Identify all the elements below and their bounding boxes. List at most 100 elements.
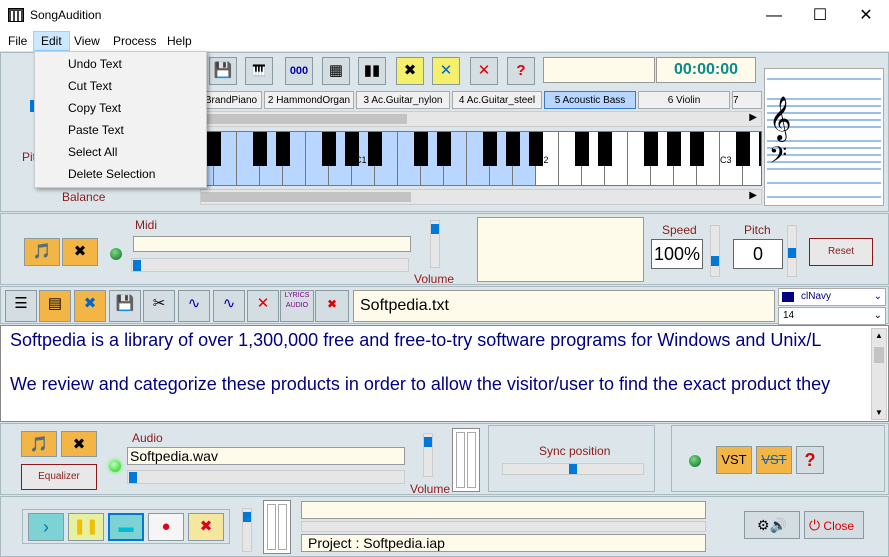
minimize-button[interactable]: — bbox=[751, 0, 797, 31]
pause-icon[interactable]: ❚❚ bbox=[68, 513, 104, 541]
midi-volume-slider[interactable] bbox=[430, 220, 440, 268]
lyrics-audio-icon[interactable]: LYRICS AUDIO bbox=[280, 290, 314, 322]
black-key[interactable] bbox=[207, 132, 221, 166]
menu-select-all[interactable]: Select All bbox=[35, 141, 206, 163]
keyboard-text-icon[interactable]: ▤ bbox=[39, 290, 71, 322]
play-icon[interactable]: › bbox=[28, 513, 64, 541]
close-midi-icon[interactable]: ✖ bbox=[62, 238, 98, 266]
delete-icon[interactable]: ✕ bbox=[470, 57, 498, 85]
help-icon[interactable]: ? bbox=[507, 57, 535, 85]
black-key[interactable] bbox=[736, 132, 750, 166]
counter-button[interactable]: 000 bbox=[285, 57, 313, 85]
black-key[interactable] bbox=[414, 132, 428, 166]
color-select[interactable]: clNavy ⌄ bbox=[778, 288, 886, 306]
keyboard-scrollbar[interactable]: ▶ bbox=[200, 189, 762, 205]
scroll-up-icon[interactable]: ▲ bbox=[875, 331, 883, 340]
vst-button[interactable]: VST bbox=[716, 446, 752, 474]
vst-off-button[interactable]: VST bbox=[756, 446, 792, 474]
maximize-button[interactable]: ☐ bbox=[797, 0, 843, 31]
black-key[interactable] bbox=[276, 132, 290, 166]
record-icon[interactable]: ● bbox=[148, 513, 184, 541]
black-key[interactable] bbox=[483, 132, 497, 166]
sync-position-slider[interactable] bbox=[502, 463, 644, 475]
grid-icon[interactable]: ▦ bbox=[322, 57, 350, 85]
black-key[interactable] bbox=[253, 132, 267, 166]
black-key[interactable] bbox=[598, 132, 612, 166]
lyrics-scrollbar[interactable]: ▲ ▼ bbox=[871, 328, 887, 420]
cancel-record-icon[interactable]: ✖ bbox=[188, 513, 224, 541]
menu-view[interactable]: View bbox=[67, 31, 107, 51]
instrument-tab[interactable]: 3 Ac.Guitar_nylon bbox=[356, 91, 450, 109]
open-midi-icon[interactable]: 🎵 bbox=[24, 238, 60, 266]
equalizer-button[interactable]: Equalizer bbox=[21, 464, 97, 490]
save-icon[interactable]: 💾 bbox=[209, 57, 237, 85]
audio-file-field[interactable]: Softpedia.wav bbox=[127, 447, 405, 465]
audio-volume-slider[interactable] bbox=[423, 433, 433, 477]
menu-file[interactable]: File bbox=[1, 31, 34, 51]
pitch-slider[interactable] bbox=[787, 225, 797, 277]
scroll-right-icon[interactable]: ▶ bbox=[749, 112, 757, 123]
menu-cut-text[interactable]: Cut Text bbox=[35, 75, 206, 97]
cancel-icon[interactable]: ✕ bbox=[432, 57, 460, 85]
midi-position-slider[interactable] bbox=[131, 258, 409, 272]
black-key[interactable] bbox=[667, 132, 681, 166]
delete-text-icon[interactable]: ✕ bbox=[247, 290, 279, 322]
open-audio-icon[interactable]: 🎵 bbox=[21, 431, 57, 457]
scroll-down-icon[interactable]: ▼ bbox=[875, 408, 883, 417]
black-key[interactable] bbox=[690, 132, 704, 166]
text-file-field[interactable]: Softpedia.txt bbox=[353, 290, 775, 322]
black-key[interactable] bbox=[322, 132, 336, 166]
vst-help-icon[interactable]: ? bbox=[796, 446, 824, 474]
menu-delete-selection[interactable]: Delete Selection bbox=[35, 163, 206, 185]
reset-button[interactable]: Reset bbox=[809, 238, 873, 266]
menu-paste-text[interactable]: Paste Text bbox=[35, 119, 206, 141]
scissors-icon[interactable]: ✂ bbox=[143, 290, 175, 322]
black-key[interactable] bbox=[368, 132, 382, 166]
piano-keys-icon[interactable]: 🎹 bbox=[245, 57, 273, 85]
black-key[interactable] bbox=[644, 132, 658, 166]
instrument-scrollbar[interactable]: ▶ bbox=[200, 111, 762, 127]
scrollbar-thumb[interactable] bbox=[201, 192, 411, 202]
scrollbar-thumb[interactable] bbox=[207, 114, 407, 124]
speed-value[interactable]: 100% bbox=[651, 239, 703, 269]
pitch-value[interactable]: 0 bbox=[733, 239, 783, 269]
lyrics-text-area[interactable]: Softpedia is a library of over 1,300,000… bbox=[0, 325, 889, 422]
font-size-select[interactable]: 14 ⌄ bbox=[778, 307, 886, 325]
audio-cancel-icon[interactable]: ✖ bbox=[315, 290, 349, 322]
black-key[interactable] bbox=[575, 132, 589, 166]
clear-text-icon[interactable]: ✖ bbox=[74, 290, 106, 322]
speaker-settings-icon[interactable]: ⚙🔊 bbox=[744, 511, 800, 539]
menu-undo-text[interactable]: Undo Text bbox=[35, 53, 206, 75]
transport-volume-slider[interactable] bbox=[242, 508, 252, 552]
wave-cursor-icon[interactable]: ∿ bbox=[213, 290, 245, 322]
lines-icon[interactable]: ☰ bbox=[5, 290, 37, 322]
wave-icon[interactable]: ∿ bbox=[178, 290, 210, 322]
instrument-tab[interactable]: 2 HammondOrgan bbox=[264, 91, 354, 109]
close-window-button[interactable]: ✕ bbox=[843, 0, 889, 31]
audio-position-slider[interactable] bbox=[127, 470, 405, 484]
black-key[interactable] bbox=[506, 132, 520, 166]
keys-icon[interactable]: ▮▮ bbox=[358, 57, 386, 85]
black-key[interactable] bbox=[437, 132, 451, 166]
save-text-icon[interactable]: 💾 bbox=[109, 290, 141, 322]
speed-slider[interactable] bbox=[710, 225, 720, 277]
menu-copy-text[interactable]: Copy Text bbox=[35, 97, 206, 119]
close-button[interactable]: ⏻ Close bbox=[804, 511, 864, 539]
instrument-tab[interactable]: 6 Violin bbox=[638, 91, 730, 109]
instrument-tab[interactable]: 4 Ac.Guitar_steel bbox=[452, 91, 542, 109]
black-key[interactable] bbox=[759, 132, 761, 166]
instrument-tab[interactable]: 7 Strin bbox=[732, 91, 762, 124]
clear-keys-icon[interactable]: ✖ bbox=[396, 57, 424, 85]
menu-edit[interactable]: Edit bbox=[33, 31, 70, 51]
instrument-tab-selected[interactable]: 5 Acoustic Bass bbox=[544, 91, 636, 109]
menu-process[interactable]: Process bbox=[106, 31, 163, 51]
close-audio-icon[interactable]: ✖ bbox=[61, 431, 97, 457]
scroll-right-icon[interactable]: ▶ bbox=[749, 190, 757, 201]
midi-file-field[interactable] bbox=[133, 236, 411, 252]
instrument-tab[interactable]: BrandPiano bbox=[200, 91, 262, 109]
menu-help[interactable]: Help bbox=[160, 31, 199, 51]
status-field-1 bbox=[301, 501, 706, 519]
piano-keyboard[interactable] bbox=[200, 131, 762, 186]
stop-icon[interactable]: ▬ bbox=[108, 513, 144, 541]
lyrics-line-1: Softpedia is a library of over 1,300,000… bbox=[10, 330, 822, 350]
